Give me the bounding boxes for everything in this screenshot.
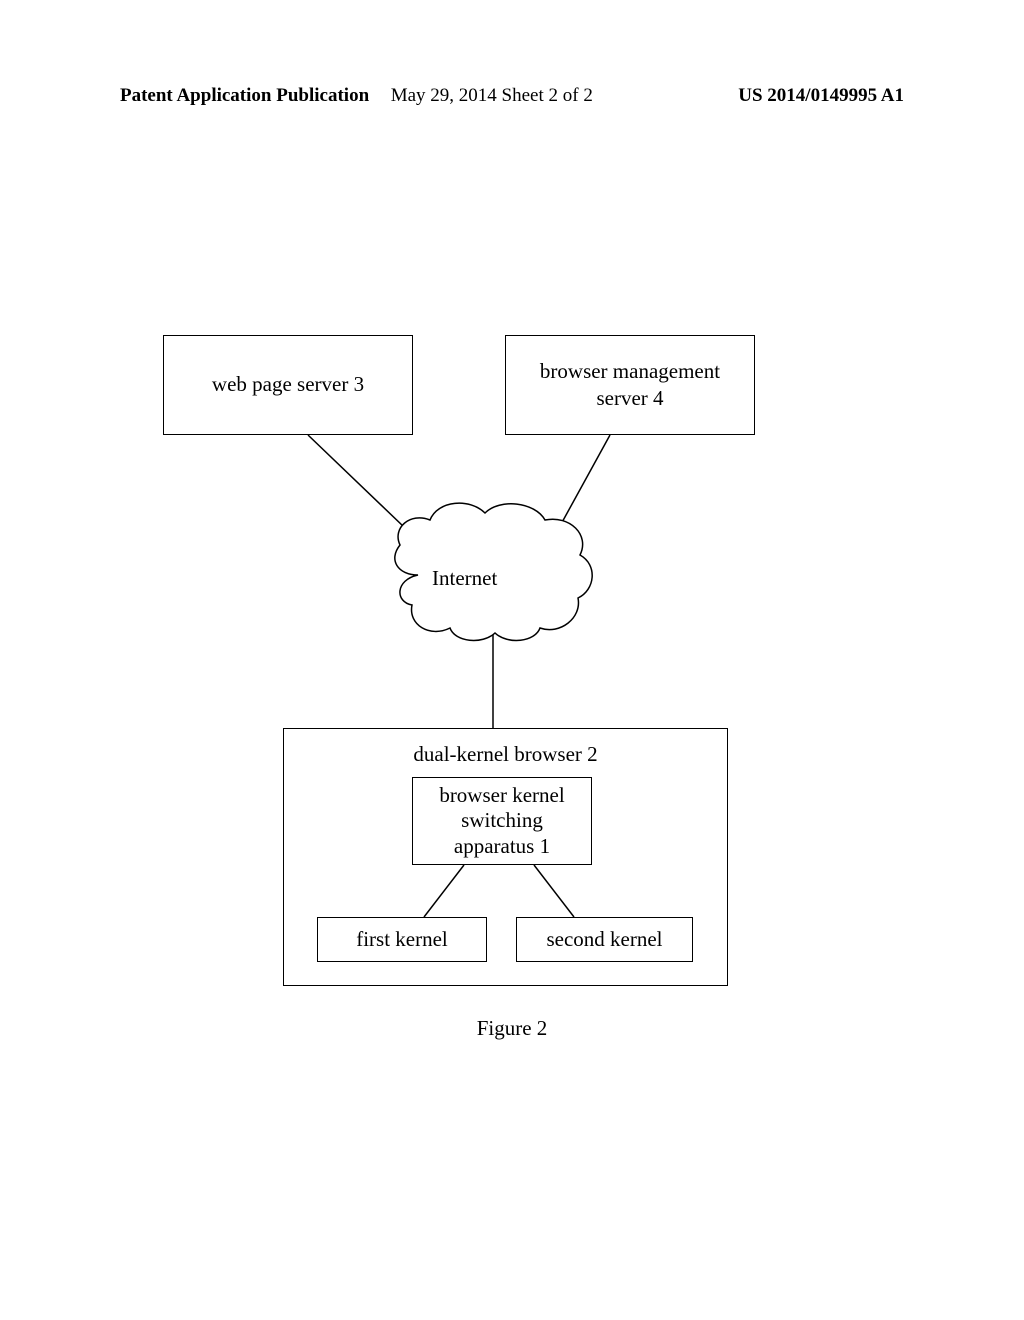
dual-kernel-browser-label: dual-kernel browser 2	[413, 741, 597, 768]
second-kernel-label: second kernel	[546, 926, 662, 953]
switching-apparatus-label: browser kernel switching apparatus 1	[439, 783, 564, 859]
browser-management-label: browser management server 4	[540, 358, 720, 413]
second-kernel-box: second kernel	[516, 917, 693, 962]
connector-lines	[0, 120, 1024, 1220]
internet-cloud-label: Internet	[432, 566, 497, 591]
page-header: Patent Application Publication May 29, 2…	[0, 85, 1024, 107]
web-page-server-box: web page server 3	[163, 335, 413, 435]
first-kernel-box: first kernel	[317, 917, 487, 962]
header-pub-number: US 2014/0149995 A1	[738, 85, 904, 107]
dual-kernel-browser-box: dual-kernel browser 2 browser kernel swi…	[283, 728, 728, 986]
header-publication-type: Patent Application Publication	[120, 85, 369, 107]
header-date-sheet: May 29, 2014 Sheet 2 of 2	[391, 85, 593, 107]
figure-caption: Figure 2	[477, 1016, 548, 1041]
switching-apparatus-box: browser kernel switching apparatus 1	[412, 777, 592, 865]
systems-diagram: web page server 3 browser management ser…	[0, 120, 1024, 1220]
first-kernel-label: first kernel	[356, 926, 448, 953]
web-page-server-label: web page server 3	[212, 371, 364, 398]
browser-management-server-box: browser management server 4	[505, 335, 755, 435]
